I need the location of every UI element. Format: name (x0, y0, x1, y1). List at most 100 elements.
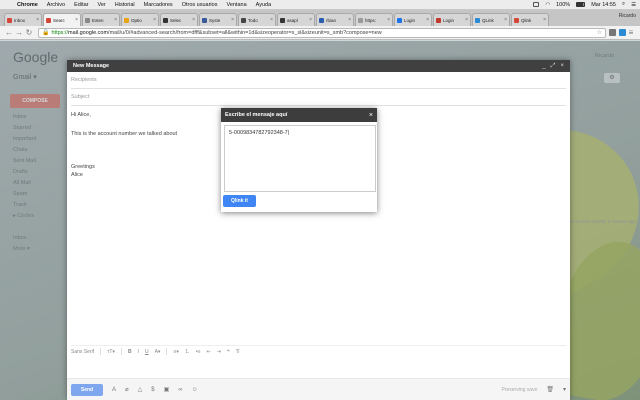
gmail-menu[interactable]: Gmail ▾ (13, 73, 37, 81)
align-icon[interactable]: ≡▾ (173, 349, 178, 355)
qlink-button[interactable]: Qlink it (223, 195, 256, 207)
money-icon[interactable]: $ (151, 387, 154, 393)
clock[interactable]: Mar 14:55 (591, 2, 616, 8)
underline-icon[interactable]: U (145, 349, 149, 355)
browser-tab[interactable]: Optio × (121, 13, 159, 26)
menu-otros-usuarios[interactable]: Otros usuarios (182, 2, 218, 8)
close-icon[interactable]: × (560, 63, 564, 69)
forward-icon[interactable]: → (14, 28, 24, 37)
menu-ventana[interactable]: Ventana (226, 2, 246, 8)
expand-icon[interactable]: ⤢ (551, 63, 556, 70)
extension-icon[interactable] (619, 29, 626, 36)
menu-archivo[interactable]: Archivo (47, 2, 65, 8)
close-tab-icon[interactable]: × (426, 17, 429, 23)
emoji-icon[interactable]: ☺ (192, 387, 198, 393)
send-button[interactable]: Send (71, 383, 103, 396)
browser-tab[interactable]: Qlink × (511, 13, 549, 26)
quote-icon[interactable]: ❝ (227, 349, 230, 355)
nav-item[interactable]: Important (13, 134, 36, 145)
link-icon[interactable]: ∞ (178, 387, 182, 393)
indent-more-icon[interactable]: ⇥ (217, 349, 221, 355)
close-tab-icon[interactable]: × (504, 17, 507, 23)
font-select[interactable]: Sans Serif (71, 349, 94, 355)
close-tab-icon[interactable]: × (309, 17, 312, 23)
minimize-icon[interactable]: _ (542, 63, 545, 69)
remove-format-icon[interactable]: T̸ (236, 349, 239, 355)
close-tab-icon[interactable]: × (543, 17, 546, 23)
close-tab-icon[interactable]: × (270, 17, 273, 23)
italic-icon[interactable]: I (138, 349, 139, 355)
browser-tab-active[interactable]: Searc × (43, 13, 81, 26)
browser-tab[interactable]: Syste × (199, 13, 237, 26)
google-logo[interactable]: Google (13, 49, 58, 65)
close-tab-icon[interactable]: × (348, 17, 351, 23)
close-tab-icon[interactable]: × (75, 17, 78, 23)
address-bar[interactable]: 🔒 https://mail.google.com/mail/u/0/#adva… (38, 27, 606, 38)
bookmark-star-icon[interactable]: ☆ (597, 29, 602, 36)
lock-icon[interactable]: 🔒 (42, 29, 49, 36)
browser-tab[interactable]: Inbox × (4, 13, 42, 26)
screen-icon[interactable] (533, 2, 540, 7)
browser-tab[interactable]: Login × (433, 13, 471, 26)
close-tab-icon[interactable]: × (192, 17, 195, 23)
close-tab-icon[interactable]: × (387, 17, 390, 23)
numbered-list-icon[interactable]: ⒈ (185, 348, 190, 355)
nav-item[interactable]: More ▾ (13, 244, 36, 255)
drive-icon[interactable]: △ (138, 386, 143, 393)
nav-item[interactable]: Inbox (13, 233, 36, 244)
account-name[interactable]: Ricardo (595, 53, 614, 59)
menu-historial[interactable]: Historial (115, 2, 135, 8)
close-tab-icon[interactable]: × (465, 17, 468, 23)
reload-icon[interactable]: ↻ (24, 28, 34, 37)
nav-item[interactable]: All Mail (13, 178, 36, 189)
close-tab-icon[interactable]: × (114, 17, 117, 23)
close-tab-icon[interactable]: × (153, 17, 156, 23)
font-size-icon[interactable]: ᴛT▾ (107, 349, 115, 355)
menu-ayuda[interactable]: Ayuda (256, 2, 272, 8)
browser-tab[interactable]: QLink × (472, 13, 510, 26)
gear-icon[interactable]: ⚙ (604, 73, 620, 83)
nav-item[interactable]: Starred (13, 123, 36, 134)
nav-item[interactable]: ▸ Circles (13, 211, 36, 222)
bulleted-list-icon[interactable]: •≡ (196, 349, 201, 355)
compose-button[interactable]: COMPOSE (10, 94, 60, 108)
nav-item[interactable]: Chats (13, 145, 36, 156)
close-tab-icon[interactable]: × (36, 17, 39, 23)
menu-chrome[interactable]: Chrome (17, 2, 38, 8)
browser-tab[interactable]: Todo × (238, 13, 276, 26)
browser-tab[interactable]: https: × (355, 13, 393, 26)
browser-tab[interactable]: Exten × (82, 13, 120, 26)
close-icon[interactable]: × (369, 112, 373, 119)
back-icon[interactable]: ← (4, 28, 14, 37)
profile-name[interactable]: Ricardo (619, 13, 636, 19)
menu-editar[interactable]: Editar (74, 2, 88, 8)
browser-tab[interactable]: asapl × (277, 13, 315, 26)
menu-marcadores[interactable]: Marcadores (144, 2, 173, 8)
attach-icon[interactable]: ⌀ (125, 386, 129, 393)
nav-item[interactable]: Sent Mail (13, 156, 36, 167)
more-options-icon[interactable]: ▾ (563, 386, 566, 393)
message-textarea[interactable]: 5-0009834782792348-7| (224, 125, 376, 192)
close-tab-icon[interactable]: × (231, 17, 234, 23)
text-color-icon[interactable]: A▾ (155, 349, 161, 355)
indent-less-icon[interactable]: ⇤ (207, 349, 211, 355)
menu-ver[interactable]: Ver (98, 2, 106, 8)
browser-tab[interactable]: Selec × (160, 13, 198, 26)
nav-item[interactable]: Drafts (13, 167, 36, 178)
subject-field[interactable]: Subject (71, 89, 566, 106)
extension-icon[interactable] (609, 29, 616, 36)
trash-icon[interactable]: 🗑 (546, 386, 554, 393)
photo-icon[interactable]: ▣ (164, 386, 170, 393)
nav-item[interactable]: Inbox (13, 112, 36, 123)
search-icon[interactable]: ⌕ (622, 1, 625, 8)
wifi-icon[interactable]: ◠ (545, 2, 550, 8)
recipients-field[interactable]: Recipients (71, 72, 566, 89)
apple-menu-icon[interactable] (4, 1, 10, 8)
bold-icon[interactable]: B (128, 349, 132, 355)
menu-icon[interactable]: ≡ (626, 28, 636, 37)
browser-tab[interactable]: rbian × (316, 13, 354, 26)
formatting-options-icon[interactable]: A (112, 387, 116, 393)
battery-icon[interactable] (576, 2, 586, 7)
nav-item[interactable]: Spam (13, 189, 36, 200)
browser-tab[interactable]: Login × (394, 13, 432, 26)
